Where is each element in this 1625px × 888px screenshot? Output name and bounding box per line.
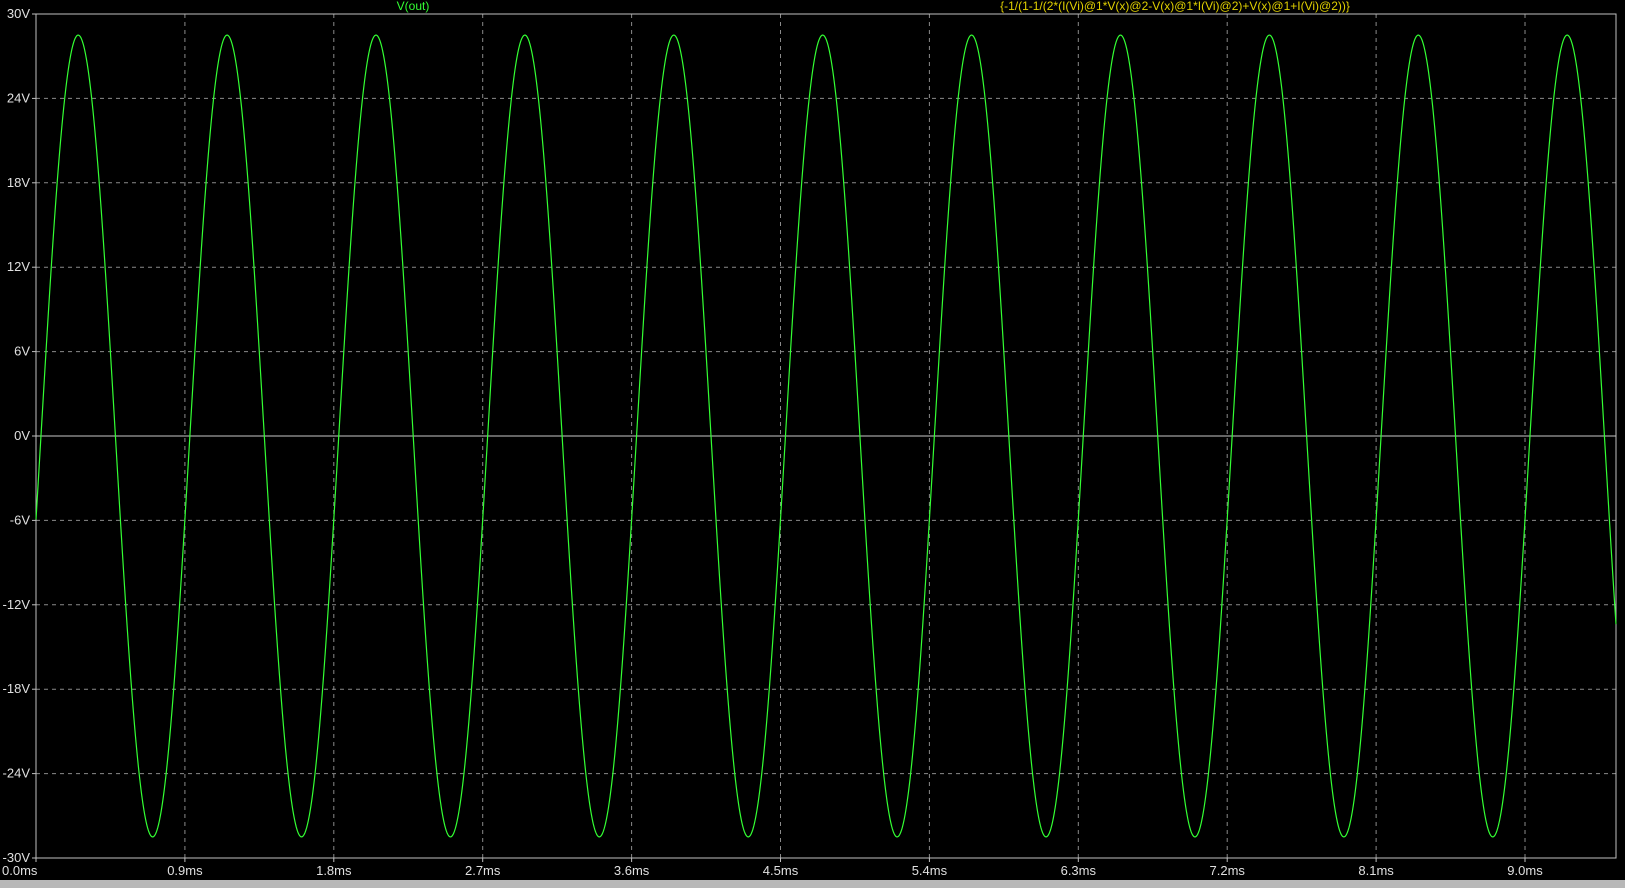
y-tick-label: -18V xyxy=(3,681,31,696)
y-tick-label: 30V xyxy=(7,6,30,21)
x-tick-label: 9.0ms xyxy=(1507,863,1543,878)
y-tick-label: 12V xyxy=(7,259,30,274)
x-tick-label: 8.1ms xyxy=(1358,863,1394,878)
y-tick-label: 6V xyxy=(14,344,30,359)
y-tick-label: -24V xyxy=(3,766,31,781)
x-tick-label: 4.5ms xyxy=(763,863,799,878)
x-tick-label: 2.7ms xyxy=(465,863,501,878)
x-tick-label: 0.9ms xyxy=(167,863,203,878)
y-tick-label: 24V xyxy=(7,90,30,105)
bottom-status-strip xyxy=(0,880,1625,888)
trace-label-vout[interactable]: V(out) xyxy=(397,0,430,13)
expression-label[interactable]: {-1/(1-1/(2*(I(Vi)@1*V(x)@2-V(x)@1*I(Vi)… xyxy=(1000,0,1350,13)
x-tick-label: 1.8ms xyxy=(316,863,352,878)
x-tick-label: 6.3ms xyxy=(1061,863,1097,878)
y-tick-label: -12V xyxy=(3,597,31,612)
x-tick-label: 0.0ms xyxy=(2,863,38,878)
x-tick-label: 3.6ms xyxy=(614,863,650,878)
y-tick-label: 18V xyxy=(7,175,30,190)
waveform-plot[interactable]: 30V24V18V12V6V0V-6V-12V-18V-24V-30V 0.0m… xyxy=(0,0,1625,888)
y-tick-label: -6V xyxy=(10,512,31,527)
x-tick-label: 7.2ms xyxy=(1210,863,1246,878)
y-tick-label: 0V xyxy=(14,428,30,443)
x-tick-label: 5.4ms xyxy=(912,863,948,878)
